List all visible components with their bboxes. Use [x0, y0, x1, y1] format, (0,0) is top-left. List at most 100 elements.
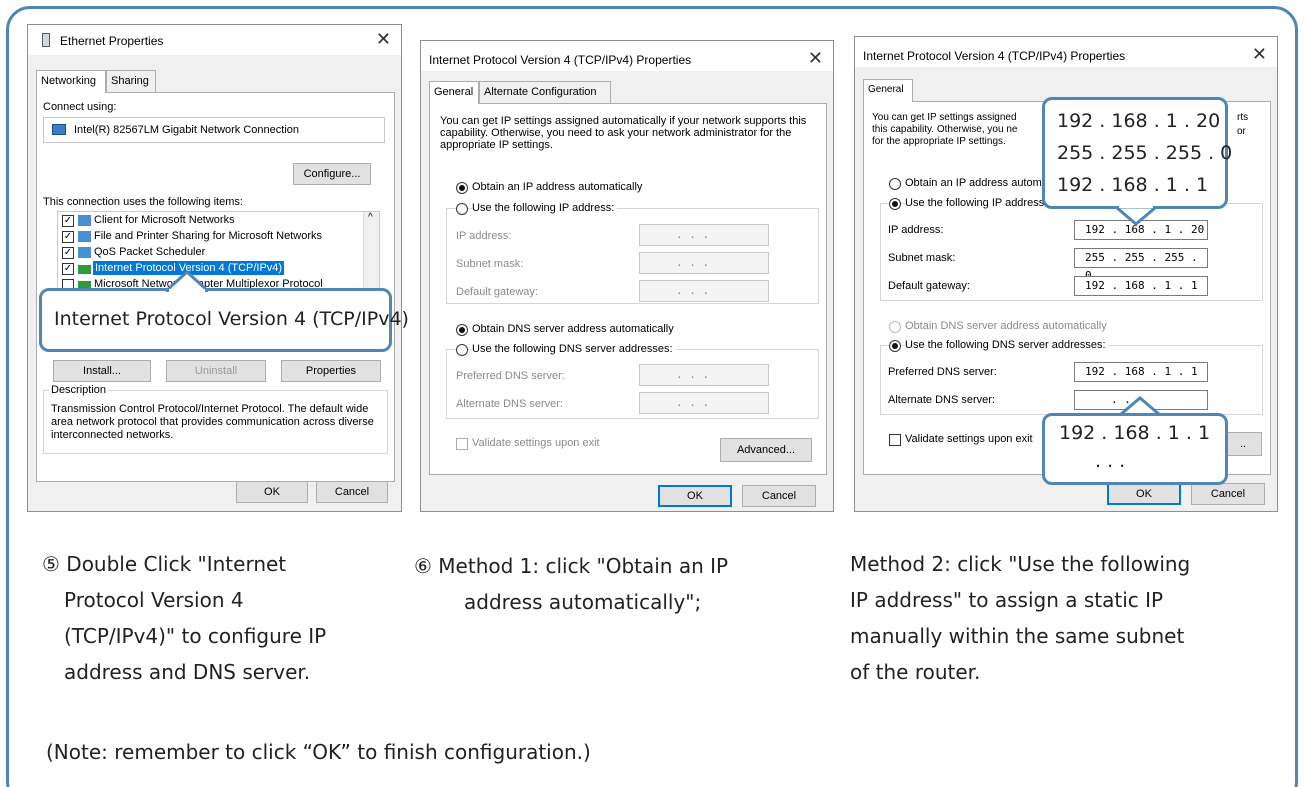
- connect-using-label: Connect using:: [43, 101, 117, 113]
- close-icon[interactable]: ✕: [1252, 44, 1267, 65]
- network-item-icon: [78, 215, 91, 226]
- callout-gateway-value: 192 . 168 . 1 . 1: [1057, 174, 1209, 196]
- item-checkbox[interactable]: ✓: [62, 263, 74, 275]
- configure-button[interactable]: Configure...: [293, 163, 371, 185]
- use-ip-label[interactable]: Use the following IP address:: [472, 202, 618, 214]
- use-ip-radio[interactable]: [889, 198, 901, 210]
- list-item-selected[interactable]: ✓ Internet Protocol Version 4 (TCP/IPv4): [60, 261, 360, 277]
- alternate-dns-label: Alternate DNS server:: [456, 398, 563, 410]
- list-item[interactable]: ✓ File and Printer Sharing for Microsoft…: [60, 229, 360, 245]
- list-item[interactable]: ✓ QoS Packet Scheduler: [60, 245, 360, 261]
- ok-button[interactable]: OK: [236, 481, 308, 503]
- item-label: QoS Packet Scheduler: [94, 246, 206, 258]
- use-dns-radio[interactable]: [889, 340, 901, 352]
- obtain-dns-radio: [889, 321, 901, 333]
- network-item-icon: [78, 247, 91, 258]
- caption-line: IP address" to assign a static IP: [850, 588, 1164, 612]
- use-dns-label[interactable]: Use the following DNS server addresses:: [905, 339, 1109, 351]
- ip-address-input: . . .: [639, 224, 769, 246]
- uninstall-button: Uninstall: [166, 360, 266, 382]
- preferred-dns-input[interactable]: 192 . 168 . 1 . 1: [1074, 362, 1208, 382]
- item-checkbox[interactable]: ✓: [62, 247, 74, 259]
- tab-general[interactable]: General: [863, 79, 913, 102]
- obtain-dns-radio[interactable]: [456, 324, 468, 336]
- cancel-button[interactable]: Cancel: [1191, 483, 1265, 505]
- networking-panel: Connect using: Intel(R) 82567LM Gigabit …: [36, 92, 395, 482]
- validate-label[interactable]: Validate settings upon exit: [905, 433, 1033, 445]
- static-ip-callout: 192 . 168 . 1 . 20 255 . 255 . 255 . 0 1…: [1042, 97, 1232, 209]
- callout-pointer: [1116, 206, 1156, 226]
- network-item-icon: [78, 265, 91, 274]
- obtain-dns-label: Obtain DNS server address automatically: [905, 320, 1107, 332]
- intro-line-1: You can get IP settings assigned: [872, 112, 1017, 123]
- close-icon[interactable]: ✕: [376, 29, 391, 50]
- default-gateway-label: Default gateway:: [456, 286, 538, 298]
- dns-callout: 192 . 168 . 1 . 1 . . .: [1042, 413, 1228, 485]
- callout-ip-value: 192 . 168 . 1 . 20: [1057, 110, 1221, 132]
- callout-pointer: [166, 270, 208, 292]
- caption-line: manually within the same subnet: [850, 624, 1185, 648]
- subnet-mask-label: Subnet mask:: [456, 258, 524, 270]
- callout-mask-value: 255 . 255 . 255 . 0: [1057, 142, 1233, 164]
- use-dns-radio[interactable]: [456, 344, 468, 356]
- use-ip-label[interactable]: Use the following IP address:: [905, 197, 1051, 209]
- callout-text: Internet Protocol Version 4 (TCP/IPv4): [54, 308, 409, 330]
- subnet-mask-input[interactable]: 255 . 255 . 255 . 0: [1074, 248, 1208, 282]
- install-button[interactable]: Install...: [53, 360, 151, 382]
- ok-button[interactable]: OK: [1107, 483, 1181, 505]
- item-checkbox[interactable]: ✓: [62, 231, 74, 243]
- obtain-ip-radio[interactable]: [889, 178, 901, 190]
- obtain-ip-label[interactable]: Obtain an IP address autom: [905, 177, 1042, 189]
- obtain-ip-label[interactable]: Obtain an IP address automatically: [472, 181, 642, 193]
- preferred-dns-input: . . .: [639, 364, 769, 386]
- default-gateway-label: Default gateway:: [888, 280, 970, 292]
- obtain-dns-label[interactable]: Obtain DNS server address automatically: [472, 323, 674, 335]
- validate-label[interactable]: Validate settings upon exit: [472, 437, 600, 449]
- item-label: File and Printer Sharing for Microsoft N…: [94, 230, 323, 242]
- alternate-dns-label: Alternate DNS server:: [888, 394, 995, 406]
- list-item[interactable]: ✓ Client for Microsoft Networks: [60, 213, 360, 229]
- tab-general[interactable]: General: [429, 81, 479, 104]
- scroll-up-icon[interactable]: ^: [368, 212, 373, 223]
- description-label: Description: [49, 384, 109, 396]
- ip-label: IP address:: [888, 224, 944, 236]
- dialog-title: Internet Protocol Version 4 (TCP/IPv4) P…: [429, 53, 692, 67]
- tab-alternate-configuration[interactable]: Alternate Configuration: [479, 81, 611, 103]
- item-checkbox[interactable]: ✓: [62, 215, 74, 227]
- description-text: Transmission Control Protocol/Internet P…: [51, 403, 374, 441]
- adapter-box: Intel(R) 82567LM Gigabit Network Connect…: [43, 117, 385, 143]
- use-ip-radio[interactable]: [456, 203, 468, 215]
- tab-sharing[interactable]: Sharing: [106, 70, 156, 92]
- caption-line: ⑤ Double Click "Internet: [42, 552, 287, 576]
- preferred-dns-label: Preferred DNS server:: [888, 366, 997, 378]
- ethernet-properties-dialog: Ethernet Properties ✕ Networking Sharing…: [27, 24, 402, 512]
- caption-line: Protocol Version 4: [64, 588, 244, 612]
- adapter-icon: [52, 124, 66, 135]
- general-panel: You can get IP settings assigned automat…: [429, 103, 827, 475]
- validate-checkbox[interactable]: [889, 434, 901, 446]
- close-icon[interactable]: ✕: [808, 48, 823, 69]
- dialog-title: Ethernet Properties: [60, 34, 164, 48]
- callout-preferred-dns-value: 192 . 168 . 1 . 1: [1059, 422, 1211, 444]
- default-gateway-input[interactable]: 192 . 168 . 1 . 1: [1074, 276, 1208, 296]
- preferred-dns-label: Preferred DNS server:: [456, 370, 565, 382]
- use-dns-label[interactable]: Use the following DNS server addresses:: [472, 343, 676, 355]
- adapter-name: Intel(R) 82567LM Gigabit Network Connect…: [74, 124, 300, 136]
- caption-line: of the router.: [850, 660, 981, 684]
- validate-checkbox[interactable]: [456, 438, 468, 450]
- advanced-button[interactable]: ..: [1224, 432, 1262, 456]
- ok-button[interactable]: OK: [658, 485, 732, 507]
- tab-networking[interactable]: Networking: [36, 70, 106, 93]
- advanced-button[interactable]: Advanced...: [720, 438, 812, 462]
- ipv4-properties-dialog-method1: Internet Protocol Version 4 (TCP/IPv4) P…: [420, 40, 834, 512]
- obtain-ip-radio[interactable]: [456, 182, 468, 194]
- cancel-button[interactable]: Cancel: [742, 485, 816, 507]
- caption-line: Method 2: click "Use the following: [850, 552, 1191, 576]
- caption-line: address automatically";: [464, 590, 702, 614]
- intro-right-1: rts: [1237, 112, 1249, 123]
- properties-button[interactable]: Properties: [281, 360, 381, 382]
- dialog-title: Internet Protocol Version 4 (TCP/IPv4) P…: [863, 49, 1126, 63]
- caption-line: (TCP/IPv4)" to configure IP: [64, 624, 327, 648]
- ipv4-callout: Internet Protocol Version 4 (TCP/IPv4): [39, 288, 409, 352]
- cancel-button[interactable]: Cancel: [316, 481, 388, 503]
